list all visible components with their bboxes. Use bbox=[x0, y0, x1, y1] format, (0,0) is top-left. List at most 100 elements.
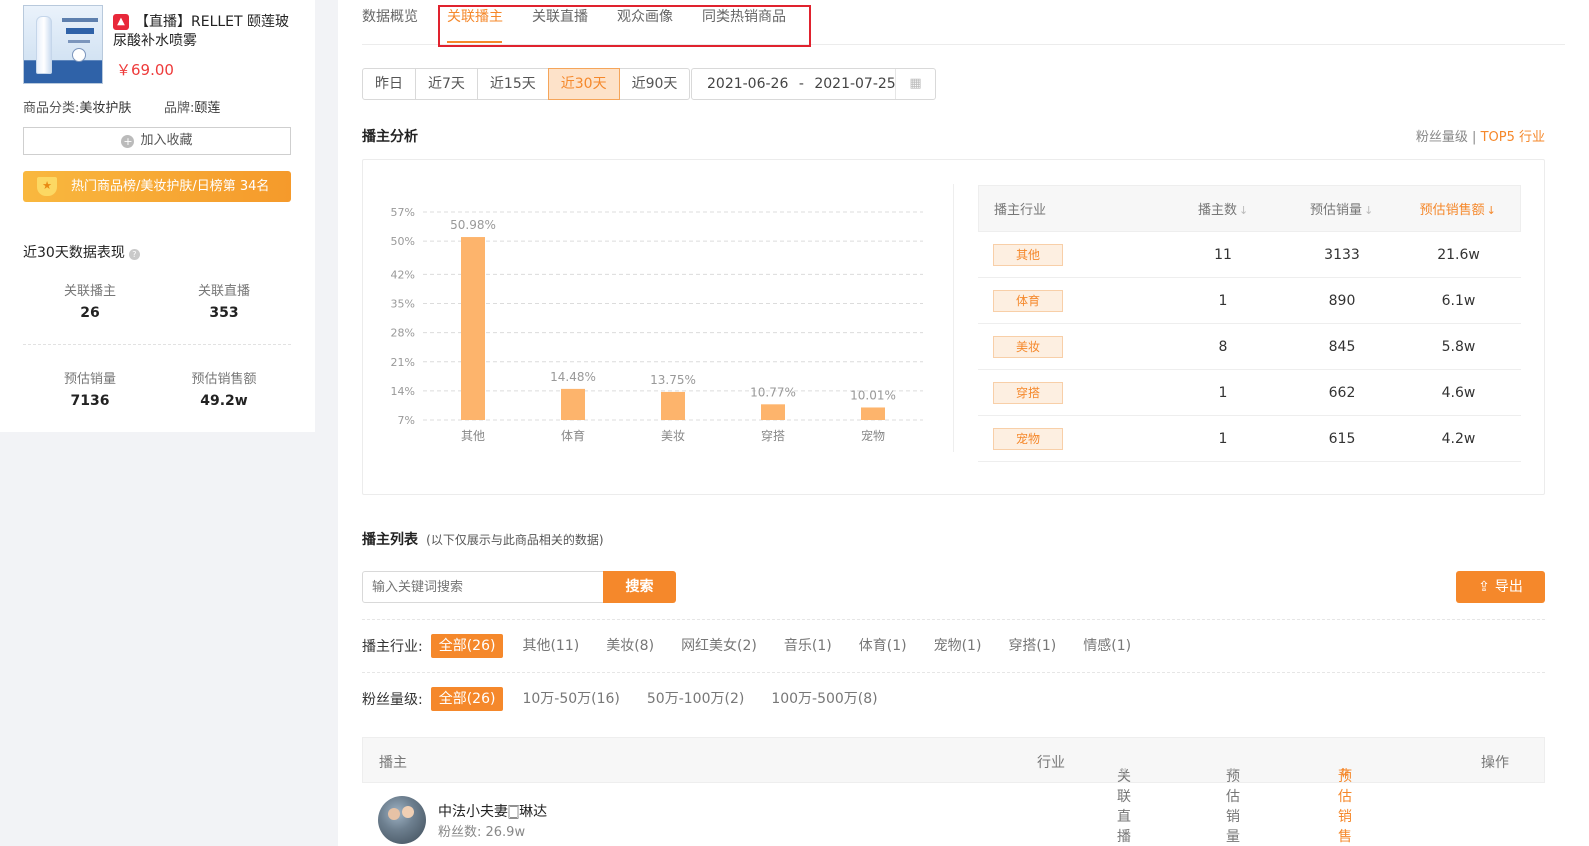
col-revenue[interactable]: 预估销售额 ↓ bbox=[1395, 199, 1520, 218]
x-tick-label: 体育 bbox=[561, 428, 585, 443]
product-price: ￥69.00 bbox=[116, 61, 174, 79]
cell-sales: 615 bbox=[1328, 430, 1356, 447]
toggle-fans[interactable]: 粉丝量级 bbox=[1416, 130, 1468, 145]
calendar-icon[interactable]: ▦ bbox=[895, 69, 935, 99]
x-tick-label: 其他 bbox=[461, 429, 485, 443]
upload-icon: ⇪ bbox=[1478, 579, 1490, 595]
data-label: 10.77% bbox=[750, 385, 796, 399]
col-industry: 行业 bbox=[1037, 755, 1065, 771]
date-range-picker[interactable]: 2021-06-26 - 2021-07-25 ▦ bbox=[691, 68, 936, 100]
rank-banner[interactable]: ★ 热门商品榜/美妆护肤/日榜第 34名 bbox=[23, 171, 291, 202]
data-label: 10.01% bbox=[850, 388, 896, 402]
y-tick-label: 14% bbox=[391, 385, 415, 398]
col-count[interactable]: 播主数 ↓ bbox=[1158, 199, 1288, 218]
filter-industry-music[interactable]: 音乐(1) bbox=[776, 634, 840, 658]
product-image[interactable] bbox=[23, 5, 103, 84]
y-tick-label: 42% bbox=[391, 268, 415, 281]
data-label: 50.98% bbox=[450, 218, 496, 232]
bar-4[interactable] bbox=[861, 407, 885, 420]
cell-sales: 3133 bbox=[1324, 246, 1360, 263]
product-title[interactable]: 【直播】RELLET 颐莲玻尿酸补水喷雾 bbox=[113, 13, 303, 51]
table-row: 宠物 1 615 4.2w bbox=[978, 416, 1521, 462]
stat-label: 关联播主 bbox=[63, 284, 116, 299]
stat-value: 7136 bbox=[70, 393, 110, 409]
bar-2[interactable] bbox=[661, 391, 685, 420]
col-actions: 操作 bbox=[1481, 755, 1509, 771]
filter-fans-1m-5m[interactable]: 100万-500万(8) bbox=[763, 687, 885, 711]
divider bbox=[362, 672, 1545, 673]
sort-icon: ⇅ bbox=[1228, 766, 1238, 779]
export-button[interactable]: ⇪ 导出 bbox=[1456, 571, 1545, 603]
data-label: 14.48% bbox=[550, 370, 596, 384]
col-anchor: 播主 bbox=[379, 755, 407, 771]
industry-bar-chart: 7% 14% 21% 28% 35% 42% 50% 57% 50.98% 其他 14.48% 体育 1… bbox=[391, 206, 923, 443]
filter-fans-100k-500k[interactable]: 10万-50万(16) bbox=[514, 687, 627, 711]
industry-tag: 宠物 bbox=[993, 427, 1063, 450]
cell-sales: 890 bbox=[1328, 292, 1356, 309]
product-sidebar: 【直播】RELLET 颐莲玻尿酸补水喷雾 ▲ ￥69.00 商品分类:美妆护肤 … bbox=[0, 0, 315, 432]
cell-revenue: 6.1w bbox=[1441, 292, 1476, 309]
tab-overview[interactable]: 数据概览 bbox=[362, 6, 418, 26]
y-tick-label: 57% bbox=[391, 206, 415, 219]
col-industry: 播主行业 bbox=[994, 203, 1047, 218]
filter-fans-500k-1m[interactable]: 50万-100万(2) bbox=[639, 687, 752, 711]
info-icon[interactable]: ? bbox=[128, 249, 140, 260]
main-content: 数据概览 关联播主 关联直播 观众画像 同类热销商品 昨日 近7天 近15天 近… bbox=[338, 0, 1589, 846]
filter-industry-sports[interactable]: 体育(1) bbox=[851, 634, 915, 658]
industry-table-header: 播主行业 播主数 ↓ 预估销量 ↓ 预估销售额 ↓ bbox=[978, 185, 1521, 232]
filter-industry-emotion[interactable]: 情感(1) bbox=[1075, 634, 1139, 658]
filter-fans-all[interactable]: 全部(26) bbox=[430, 687, 504, 711]
bar-3[interactable] bbox=[761, 404, 785, 420]
add-favorite-button[interactable]: + 加入收藏 bbox=[23, 127, 291, 155]
search-input[interactable] bbox=[362, 571, 604, 603]
stat-label: 预估销量 bbox=[63, 372, 116, 387]
col-sales[interactable]: 预估销量 ↓ bbox=[1288, 199, 1396, 218]
range-yesterday[interactable]: 昨日 bbox=[362, 68, 416, 100]
cell-sales: 845 bbox=[1328, 338, 1356, 355]
filter-industry-influencer[interactable]: 网红美女(2) bbox=[673, 634, 765, 658]
cell-count: 1 bbox=[1218, 384, 1228, 401]
x-tick-label: 穿搭 bbox=[761, 428, 785, 443]
industry-table: 播主行业 播主数 ↓ 预估销量 ↓ 预估销售额 ↓ 其他 11 3133 21.6w … bbox=[978, 185, 1521, 462]
stat-value: 353 bbox=[209, 305, 239, 321]
filter-industry-other[interactable]: 其他(11) bbox=[514, 634, 587, 658]
analysis-toggle: 粉丝量级 | TOP5 行业 bbox=[1415, 130, 1545, 145]
sort-down-icon: ↓ bbox=[1364, 204, 1374, 217]
industry-filter-row: 播主行业: 全部(26) 其他(11) 美妆(8) 网红美女(2) 音乐(1) … bbox=[362, 634, 1150, 658]
range-7d[interactable]: 近7天 bbox=[415, 68, 478, 100]
divider bbox=[362, 619, 1545, 620]
avatar[interactable] bbox=[378, 796, 426, 844]
range-15d[interactable]: 近15天 bbox=[476, 68, 549, 100]
range-90d[interactable]: 近90天 bbox=[618, 68, 691, 100]
table-row: 其他 11 3133 21.6w bbox=[978, 232, 1521, 278]
anchor-name[interactable]: 中法小夫妻🀆琳达 bbox=[438, 801, 547, 821]
cell-count: 8 bbox=[1218, 338, 1228, 355]
table-row: 美妆 8 845 5.8w bbox=[978, 324, 1521, 370]
filter-industry-pets[interactable]: 宠物(1) bbox=[926, 634, 990, 658]
sort-icon: ⇅ bbox=[1119, 766, 1129, 779]
cell-count: 1 bbox=[1218, 430, 1228, 447]
range-30d[interactable]: 近30天 bbox=[547, 68, 620, 100]
cell-count: 11 bbox=[1214, 246, 1232, 263]
panel-divider bbox=[953, 184, 954, 452]
industry-tag: 其他 bbox=[993, 243, 1063, 266]
stat-value: 26 bbox=[80, 305, 100, 321]
sort-icon: ⇅ bbox=[1340, 766, 1350, 779]
industry-tag: 美妆 bbox=[993, 335, 1063, 358]
bar-1[interactable] bbox=[561, 388, 585, 420]
product-category: 商品分类:美妆护肤 bbox=[23, 101, 132, 116]
highlight-box bbox=[438, 5, 811, 47]
sort-down-icon: ↓ bbox=[1239, 204, 1249, 217]
x-tick-label: 美妆 bbox=[661, 429, 685, 443]
y-tick-label: 7% bbox=[398, 414, 415, 427]
filter-industry-fashion[interactable]: 穿搭(1) bbox=[1000, 634, 1064, 658]
divider bbox=[23, 344, 291, 345]
y-tick-label: 35% bbox=[391, 298, 415, 311]
search-button[interactable]: 搜索 bbox=[603, 571, 676, 603]
filter-industry-all[interactable]: 全部(26) bbox=[430, 634, 504, 658]
toggle-industry[interactable]: TOP5 行业 bbox=[1481, 130, 1545, 145]
bar-0[interactable] bbox=[461, 237, 485, 420]
cell-sales: 662 bbox=[1328, 384, 1356, 401]
filter-industry-beauty[interactable]: 美妆(8) bbox=[598, 634, 662, 658]
y-tick-label: 50% bbox=[391, 235, 415, 248]
